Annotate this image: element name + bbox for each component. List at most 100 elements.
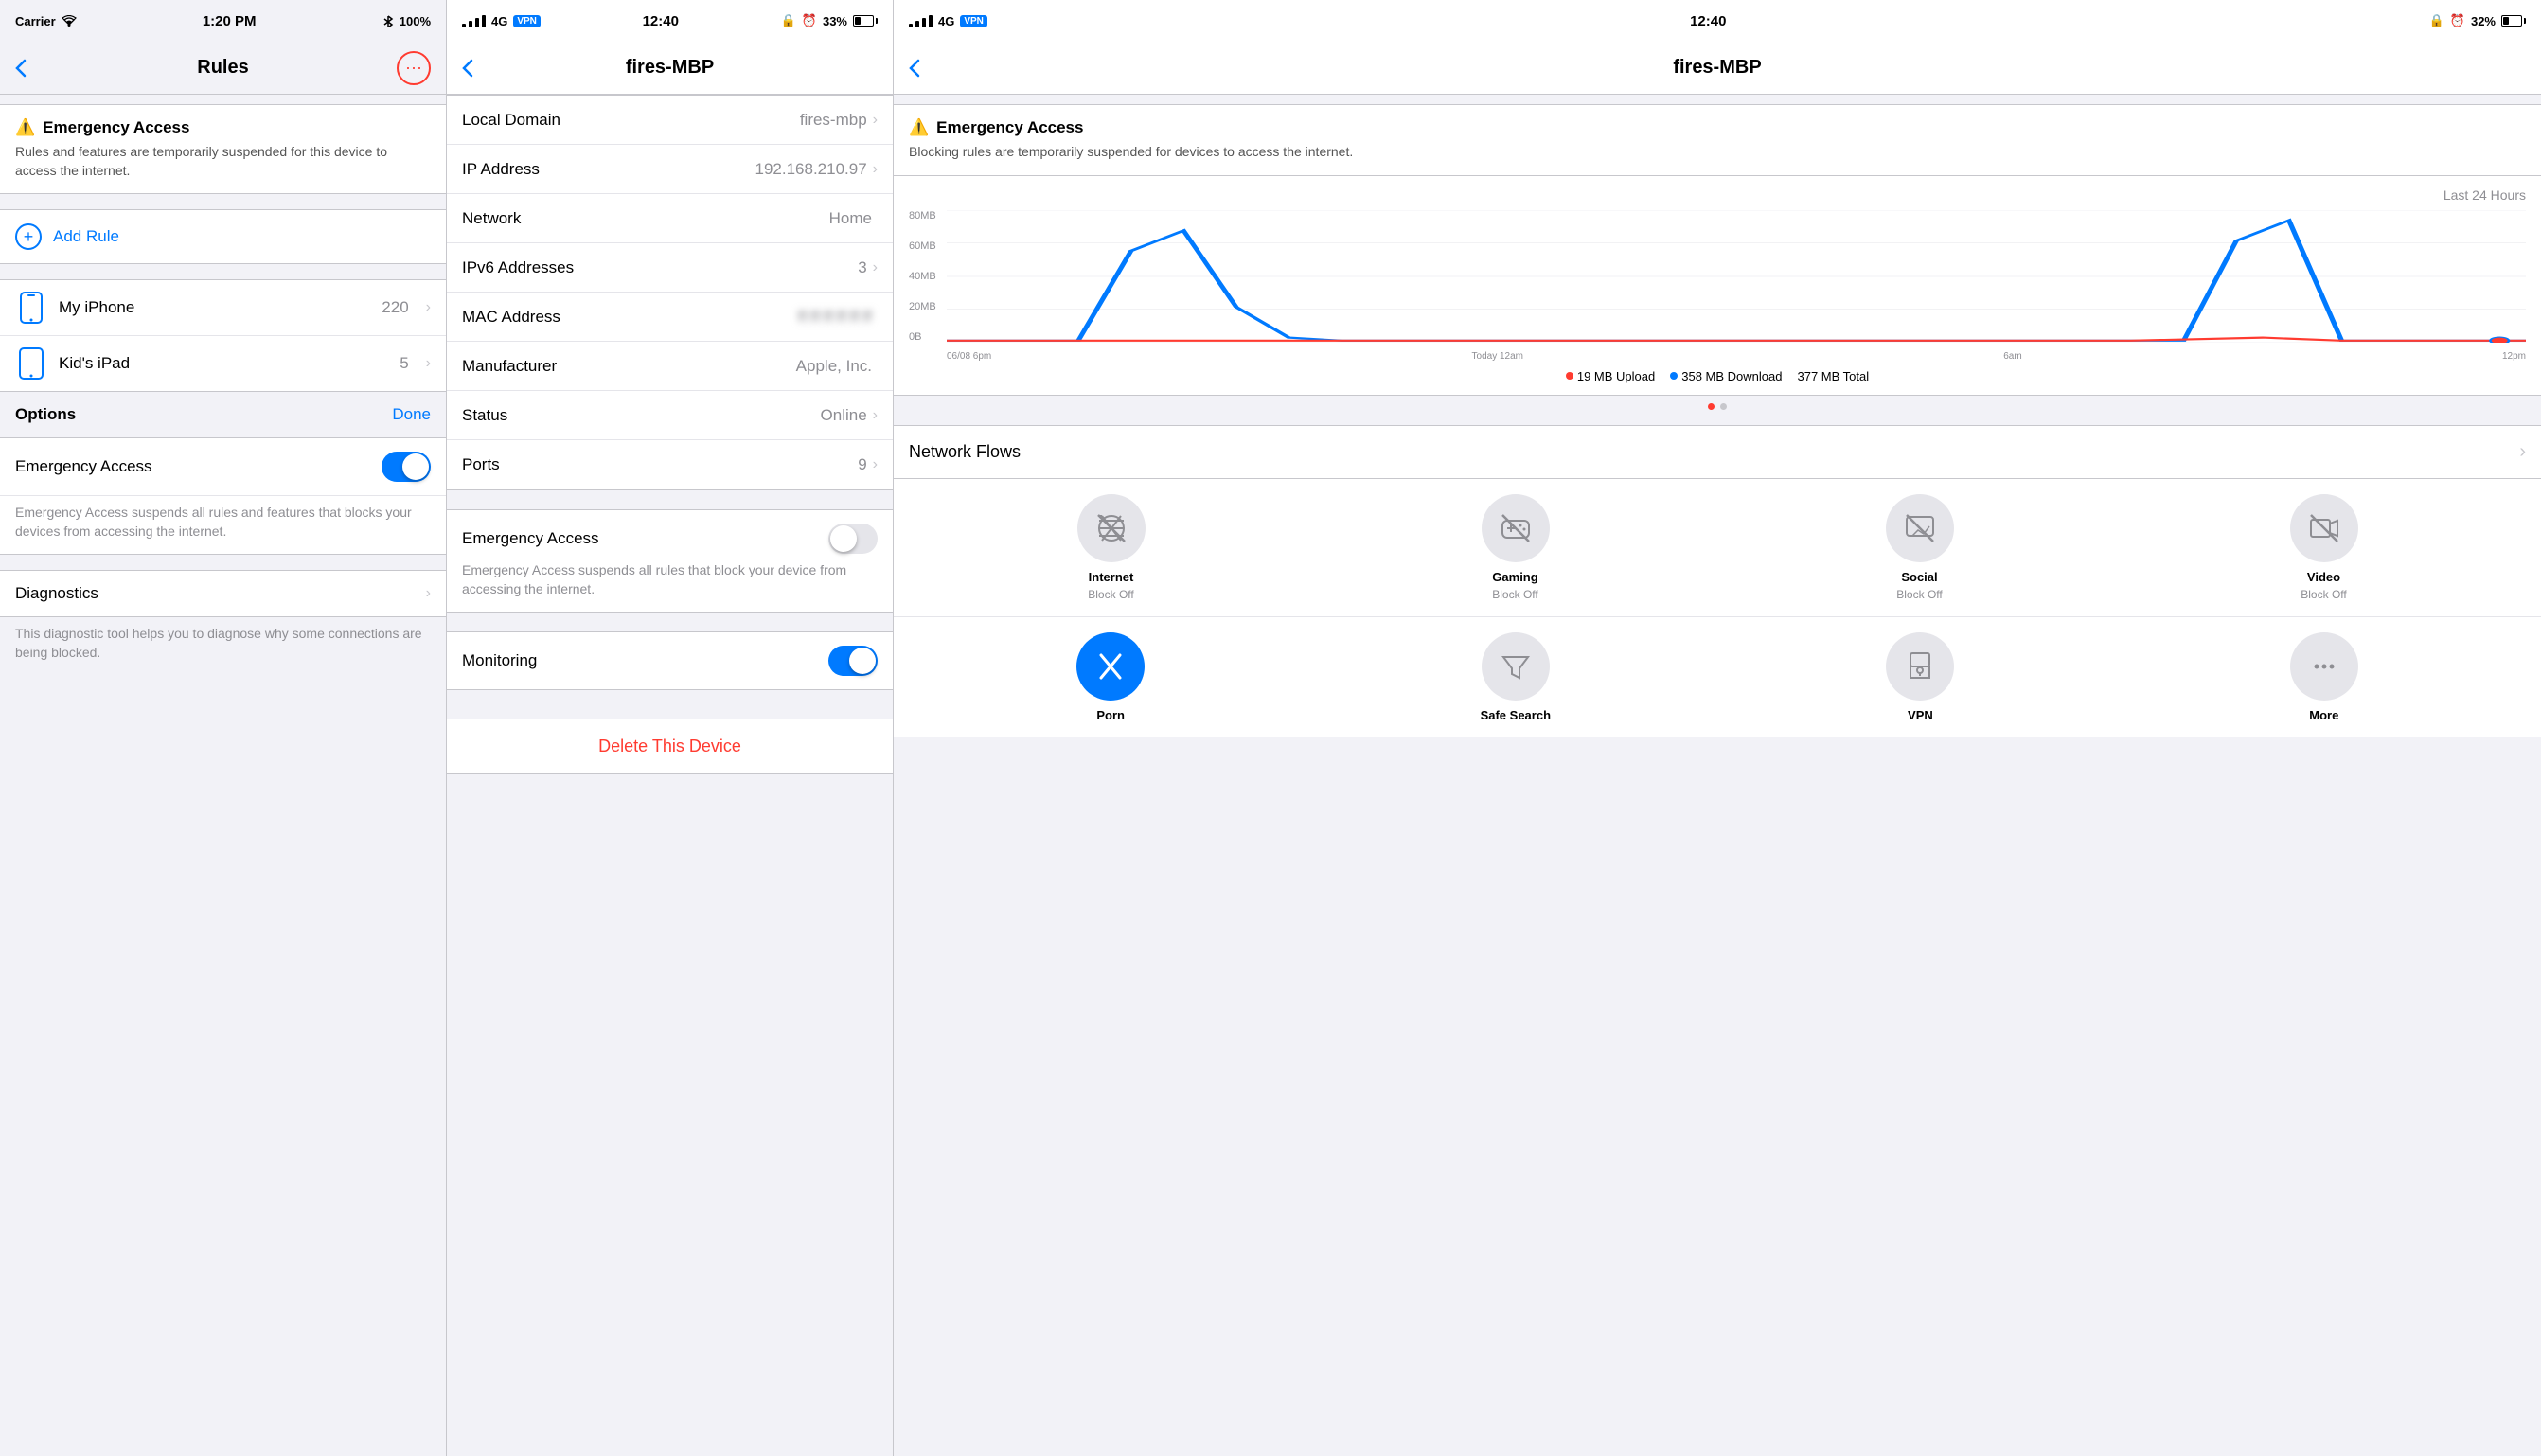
block-social[interactable]: Social Block Off [1886,494,1954,601]
adult-icon [1093,649,1128,684]
row-mac: MAC Address ff:ff:ff:ff:ff:ff [447,293,893,342]
alarm-2: ⏰ [802,13,817,28]
block-social-name: Social [1901,570,1937,584]
diagnostics-row[interactable]: Diagnostics › [0,570,446,617]
row-ports[interactable]: Ports 9 › [447,440,893,489]
block-gaming[interactable]: Gaming Block Off [1482,494,1550,601]
carousel-dot-active [1708,403,1715,410]
options-title: Options [15,405,76,424]
value-ports: 9 [858,455,866,474]
row-local-domain[interactable]: Local Domain fires-mbp › [447,96,893,145]
network-flows-label: Network Flows [909,442,2519,462]
emergency-toggle[interactable] [382,452,431,482]
emergency-setting-desc: Emergency Access suspends all rules and … [0,496,446,554]
back-button-3[interactable] [909,59,966,78]
device-detail-scroll[interactable]: Local Domain fires-mbp › IP Address 192.… [447,95,893,1456]
network-type-3: 4G [938,14,954,28]
time-2: 12:40 [643,13,679,29]
value-mac: ff:ff:ff:ff:ff:ff [798,308,872,327]
block-circle-safesearch [1482,632,1550,701]
network-type-2: 4G [491,14,507,28]
battery-2: 🔒 [781,13,796,28]
diagnostics-label: Diagnostics [15,584,426,603]
label-manufacturer: Manufacturer [462,357,796,376]
block-porn[interactable]: Porn [1076,632,1145,722]
y-80mb: 80MB [909,210,945,222]
flows-scroll[interactable]: ⚠️ Emergency Access Blocking rules are t… [894,95,2541,1456]
block-video-status: Block Off [2301,588,2346,601]
nav-title-1: Rules [72,57,374,79]
legend-upload: 19 MB Upload [1566,369,1655,383]
chart-header: Last 24 Hours [909,187,2526,203]
wifi-icon-1 [62,15,77,27]
block-circle-vpn [1886,632,1954,701]
nav-right-1[interactable]: ··· [374,51,431,85]
row-status[interactable]: Status Online › [447,391,893,440]
chevron-status: › [873,407,878,424]
delete-device-button[interactable]: Delete This Device [447,719,893,774]
block-safesearch[interactable]: Safe Search [1481,632,1551,722]
carousel-dots [894,396,2541,417]
bluetooth-icon [382,14,394,27]
phone-icon [15,292,47,324]
block-more[interactable]: More [2290,632,2358,722]
back-button-2[interactable] [462,59,519,78]
block-circle-gaming [1482,494,1550,562]
block-social-status: Block Off [1896,588,1942,601]
monitoring-toggle[interactable] [828,646,878,676]
block-vpn[interactable]: VPN [1886,632,1954,722]
diagnostics-chevron: › [426,585,431,602]
legend-upload-label: 19 MB Upload [1577,369,1655,383]
legend-dot-upload [1566,372,1573,380]
label-ipv6: IPv6 Addresses [462,258,858,277]
block-internet-status: Block Off [1088,588,1133,601]
back-button-1[interactable] [15,59,72,78]
options-bar: Options Done [0,392,446,437]
row-ip[interactable]: IP Address 192.168.210.97 › [447,145,893,194]
emergency-heading-3: Emergency Access [936,118,1083,137]
block-circle-more [2290,632,2358,701]
block-circle-internet [1077,494,1146,562]
emergency-access-toggle[interactable] [828,524,878,554]
social-icon [1903,511,1937,545]
tablet-icon [15,347,47,380]
blocks-grid-1: Internet Block Off Gaming Block Off [894,479,2541,617]
block-internet[interactable]: Internet Block Off [1077,494,1146,601]
toggle-knob-emergency [402,453,429,480]
chevron-ip: › [873,161,878,178]
y-20mb: 20MB [909,301,945,312]
bandwidth-chart-section: Last 24 Hours 80MB 60MB 40MB 20MB 0B [894,176,2541,396]
block-vpn-name: VPN [1908,708,1933,722]
chevron-iphone: › [426,299,431,316]
device-row-ipad[interactable]: Kid's iPad 5 › [0,336,446,391]
vpn-badge-3: VPN [960,15,987,27]
done-button[interactable]: Done [392,405,431,424]
block-video[interactable]: Video Block Off [2290,494,2358,601]
device-row-iphone[interactable]: My iPhone 220 › [0,280,446,336]
block-circle-social [1886,494,1954,562]
battery-icon-2 [853,15,878,27]
status-right-3: 🔒 ⏰ 32% [2429,13,2526,28]
monitoring-label: Monitoring [462,651,537,670]
legend-download: 358 MB Download [1670,369,1782,383]
emergency-access-row: Emergency Access Emergency Access suspen… [447,509,893,613]
status-right-2: 🔒 ⏰ 33% [781,13,878,28]
panel-rules: Carrier 1:20 PM 100% Rules ··· [0,0,447,1456]
delete-device-label: Delete This Device [598,737,741,756]
network-flows-row[interactable]: Network Flows › [894,425,2541,479]
row-network: Network Home [447,194,893,243]
row-ipv6[interactable]: IPv6 Addresses 3 › [447,243,893,293]
network-flows-chevron: › [2519,441,2526,463]
add-rule-row[interactable]: + Add Rule [0,209,446,264]
more-options-button[interactable]: ··· [397,51,431,85]
block-circle-video [2290,494,2358,562]
block-more-name: More [2309,708,2338,722]
value-network: Home [829,209,872,228]
emergency-banner-3: ⚠️ Emergency Access Blocking rules are t… [894,104,2541,176]
x-label-1: 06/08 6pm [947,351,991,362]
y-40mb: 40MB [909,271,945,282]
x-label-3: 6am [2003,351,2021,362]
nav-title-2: fires-MBP [519,57,821,79]
block-porn-name: Porn [1096,708,1125,722]
device-count-ipad: 5 [400,354,408,373]
